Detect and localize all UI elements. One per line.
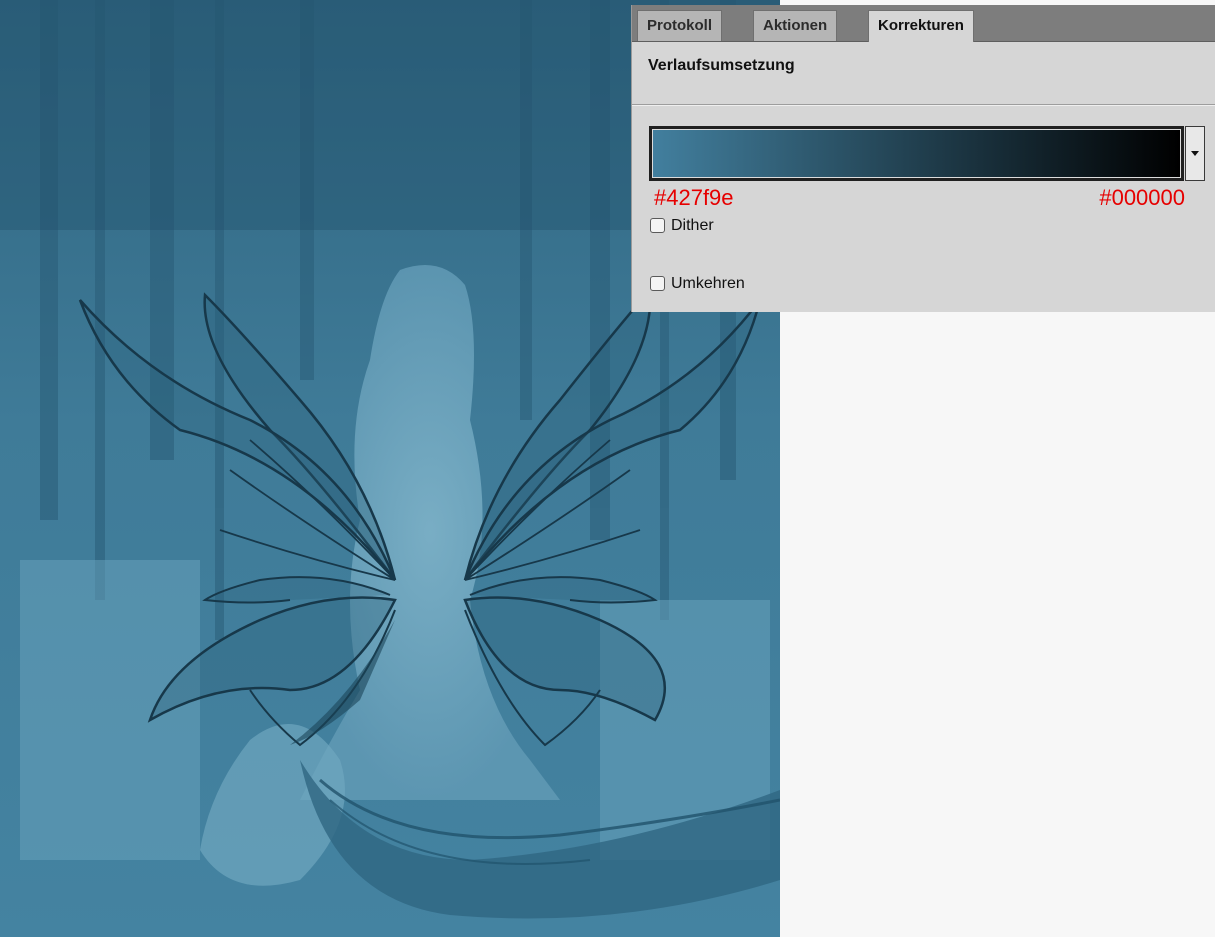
gradient-preview[interactable] bbox=[652, 129, 1181, 178]
tab-korrekturen[interactable]: Korrekturen bbox=[868, 10, 974, 42]
tab-aktionen[interactable]: Aktionen bbox=[753, 10, 838, 41]
section-divider bbox=[632, 104, 1215, 106]
gradient-end-hex: #000000 bbox=[1099, 185, 1185, 210]
gradient-picker[interactable] bbox=[649, 126, 1184, 181]
adjustments-panel: Protokoll Aktionen Korrekturen Verlaufsu… bbox=[631, 5, 1215, 312]
dither-checkbox[interactable] bbox=[650, 218, 665, 233]
reverse-label: Umkehren bbox=[671, 275, 745, 292]
panel-tab-bar: Protokoll Aktionen Korrekturen bbox=[632, 5, 1215, 42]
section-title: Verlaufsumsetzung bbox=[648, 57, 795, 74]
tab-protokoll[interactable]: Protokoll bbox=[637, 10, 723, 41]
chevron-down-icon bbox=[1191, 151, 1199, 156]
reverse-checkbox[interactable] bbox=[650, 276, 665, 291]
dither-label: Dither bbox=[671, 217, 714, 234]
gradient-start-hex: #427f9e bbox=[654, 185, 734, 210]
gradient-dropdown-button[interactable] bbox=[1185, 126, 1205, 181]
